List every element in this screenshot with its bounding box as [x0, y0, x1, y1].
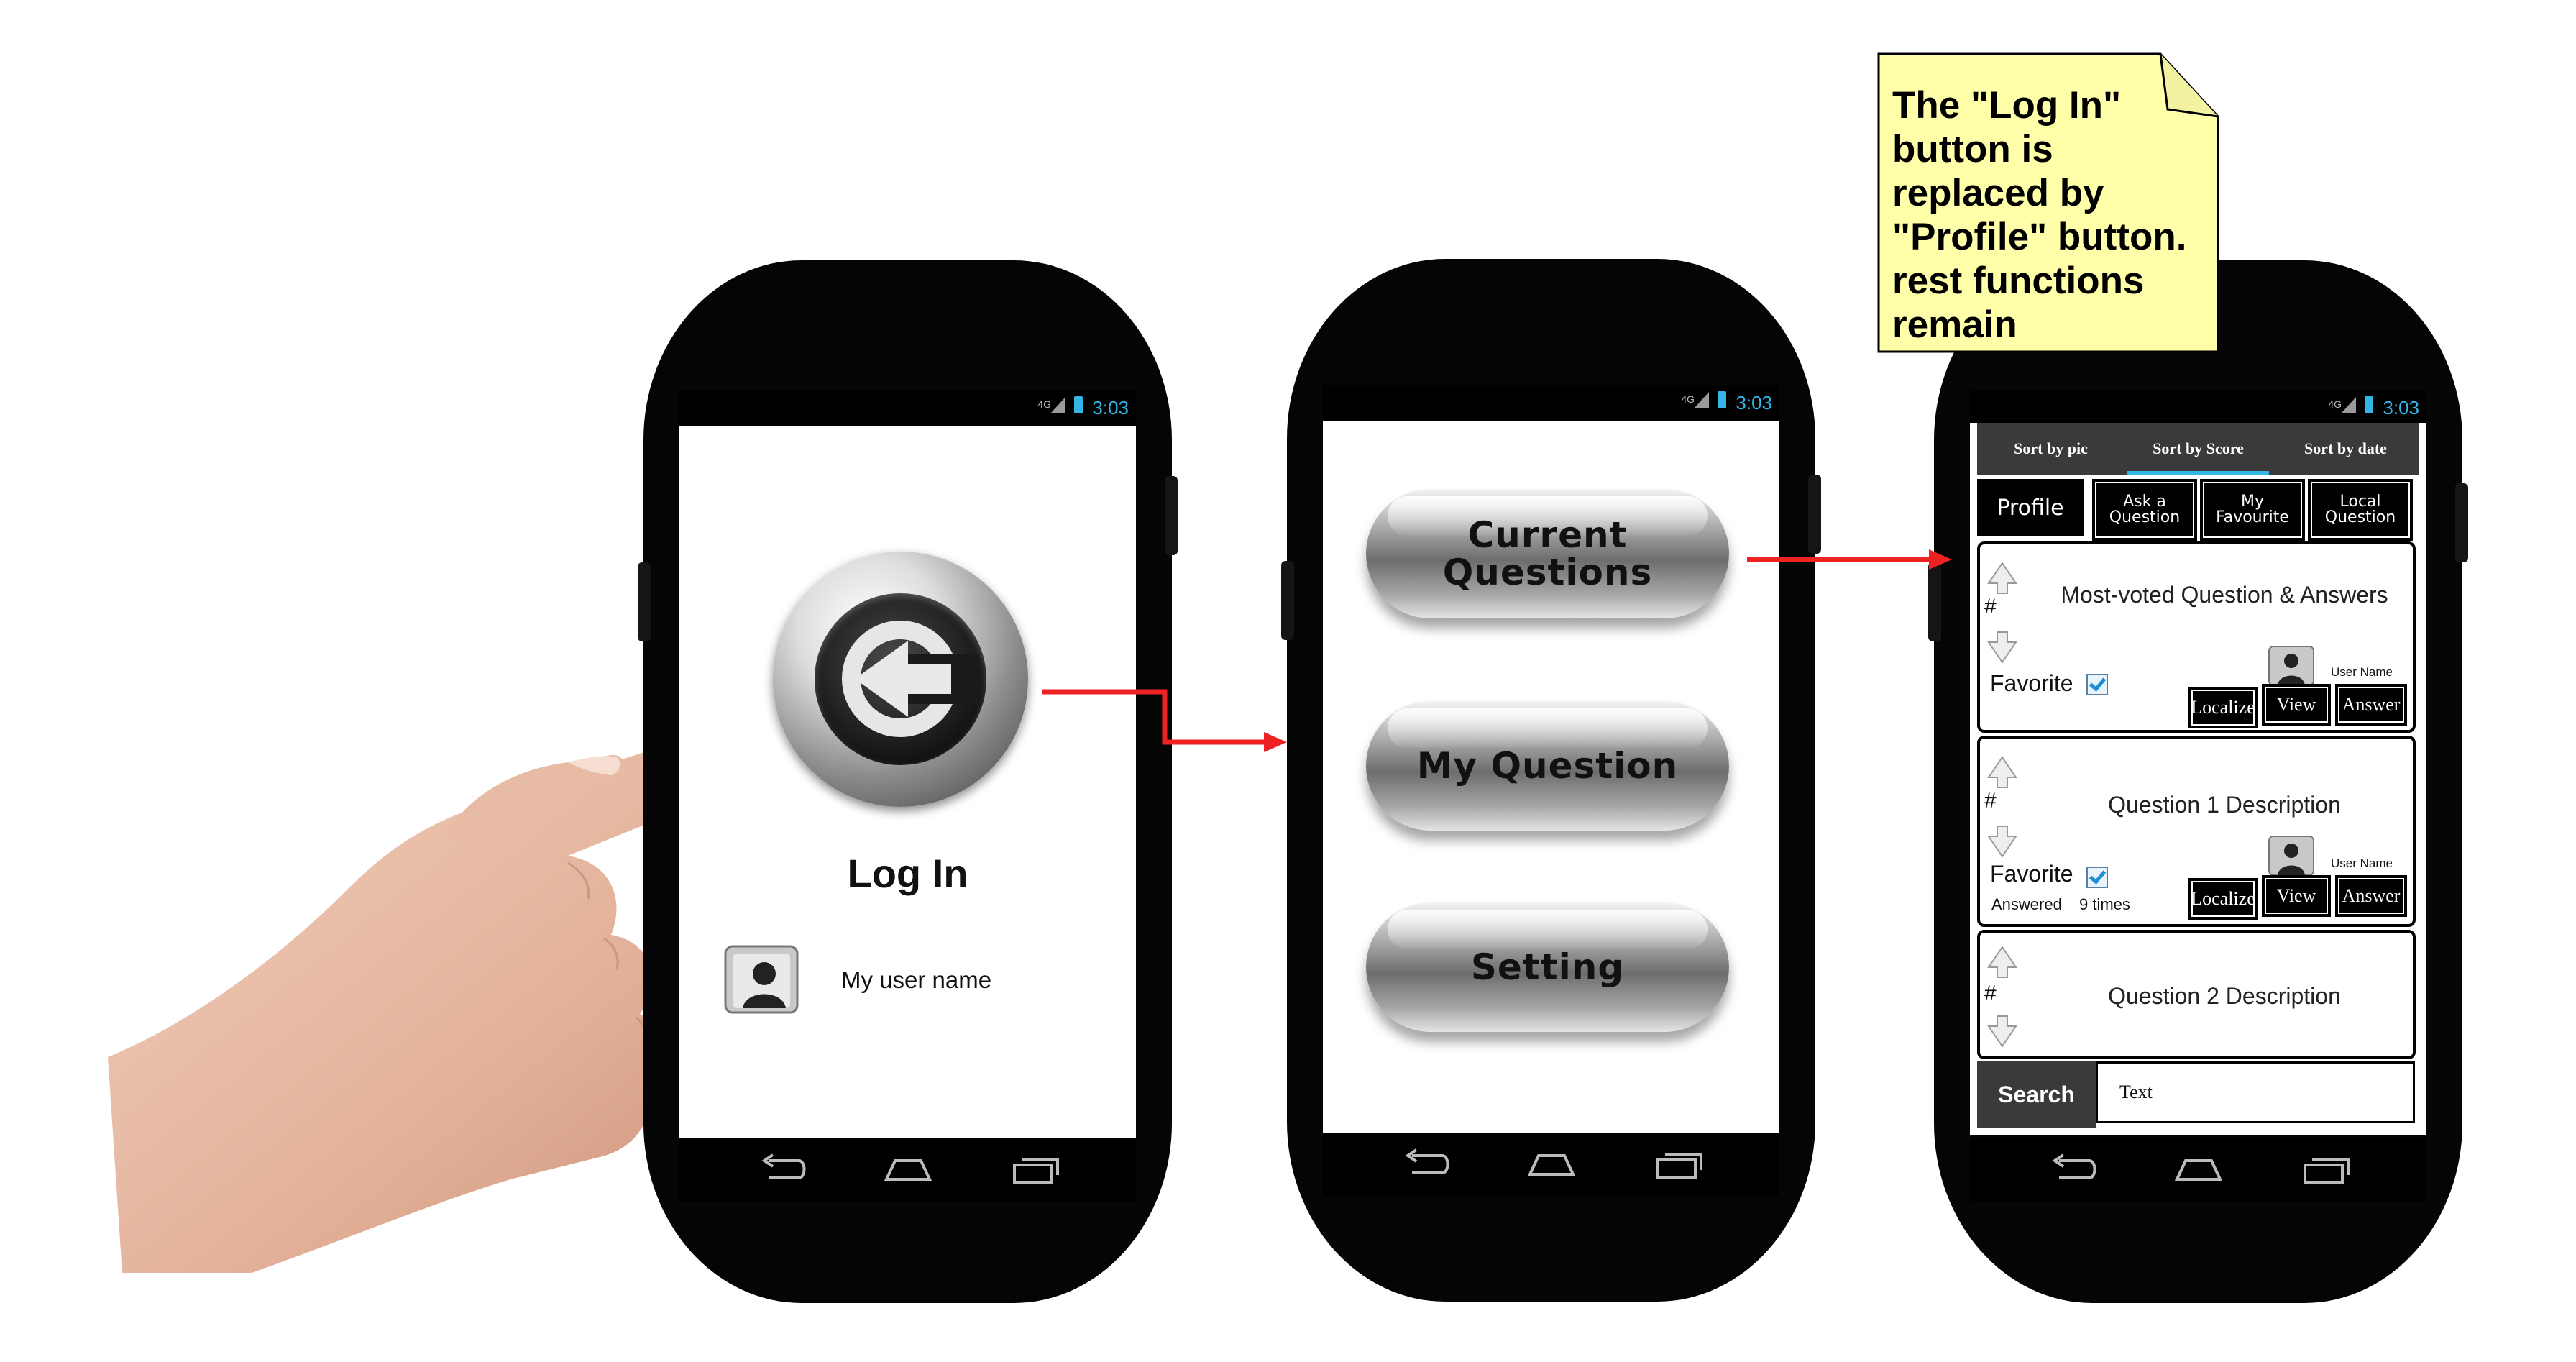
localize-button[interactable]: Localize [2188, 878, 2258, 920]
battery-icon [1718, 391, 1726, 408]
nav-bar [1970, 1138, 2426, 1202]
status-clock: 3:03 [1092, 397, 1129, 419]
recents-icon[interactable] [2301, 1153, 2352, 1185]
network-label: 4G [1037, 398, 1051, 410]
my-question-button[interactable]: My Question [1366, 701, 1729, 831]
favorite-label: Favorite [1990, 670, 2073, 696]
network-label: 4G [1681, 393, 1695, 405]
note-text: The "Log In" button is replaced by "Prof… [1892, 84, 2187, 346]
current-questions-label: Current Questions [1442, 514, 1653, 593]
question-card[interactable]: # Question 1 Description Favorite Answer… [1977, 736, 2416, 927]
battery-icon [1074, 396, 1083, 413]
localize-button[interactable]: Localize [2188, 687, 2258, 728]
login-arrow-icon [815, 593, 986, 765]
profile-button[interactable]: Profile [1977, 479, 2084, 536]
user-row: My user name [708, 943, 1111, 1015]
question-card[interactable]: # Most-voted Question & Answers Favorite… [1977, 541, 2416, 733]
current-questions-button[interactable]: Current Questions [1366, 489, 1729, 618]
answer-button[interactable]: Answer [2335, 684, 2407, 726]
answered-count: 9 times [2079, 895, 2130, 913]
question-title[interactable]: Question 2 Description [2052, 982, 2397, 1010]
back-icon[interactable] [1402, 1148, 1452, 1180]
flow-arrow [1747, 549, 1952, 570]
home-icon[interactable] [2173, 1153, 2224, 1185]
favorite-label: Favorite [1990, 861, 2073, 887]
signal-icon [1051, 397, 1065, 413]
local-question-label: Local Question [2324, 493, 2396, 526]
question-title[interactable]: Most-voted Question & Answers [2052, 580, 2397, 609]
view-button[interactable]: View [2262, 684, 2331, 726]
login-label: Log In [847, 851, 968, 896]
my-favourite-button[interactable]: My Favourite [2200, 479, 2305, 541]
ask-question-label: Ask a Question [2109, 493, 2181, 526]
ask-question-button[interactable]: Ask a Question [2092, 479, 2197, 541]
search-input[interactable] [2096, 1061, 2415, 1123]
view-button[interactable]: View [2262, 875, 2331, 917]
annotation-note: The "Log In" button is replaced by "Prof… [1876, 52, 2220, 354]
tab-sort-by-date[interactable]: Sort by date [2272, 423, 2419, 475]
favorite-checkbox[interactable] [2086, 867, 2108, 888]
sort-tab-bar: Sort by pic Sort by Score Sort by date [1977, 423, 2419, 475]
question-title[interactable]: Question 1 Description [2052, 790, 2397, 819]
tab-sort-by-pic[interactable]: Sort by pic [1977, 423, 2124, 475]
question-card[interactable]: # Question 2 Description [1977, 930, 2416, 1059]
status-bar: 4G 3:03 [1970, 390, 2426, 426]
back-icon[interactable] [758, 1153, 809, 1185]
search-button[interactable]: Search [1977, 1061, 2096, 1128]
answer-button[interactable]: Answer [2335, 875, 2407, 917]
phone-side-key [638, 562, 651, 641]
phone-side-key [2455, 483, 2468, 562]
action-row: Profile Ask a Question My Favourite Local Q… [1977, 479, 2419, 541]
nav-bar [1323, 1133, 1779, 1197]
home-icon[interactable] [882, 1153, 934, 1185]
recents-icon[interactable] [1654, 1148, 1705, 1180]
user-name-label: User Name [2331, 665, 2393, 679]
search-row: Search [1977, 1061, 2419, 1128]
user-avatar-icon [2268, 836, 2314, 876]
menu-screen: Current Questions My Question Setting [1323, 421, 1779, 1133]
flow-arrow [1042, 689, 1287, 752]
my-question-label: My Question [1416, 745, 1679, 787]
my-favourite-label: My Favourite [2216, 493, 2289, 526]
answered-label: Answered [1991, 895, 2062, 913]
nav-bar [679, 1138, 1136, 1202]
signal-icon [2342, 397, 2356, 413]
phone-side-key [1808, 475, 1821, 554]
status-bar: 4G 3:03 [679, 390, 1136, 426]
status-bar: 4G 3:03 [1323, 385, 1779, 421]
phone-side-key [1165, 476, 1178, 555]
network-label: 4G [2328, 398, 2342, 410]
vote-count: # [1984, 789, 1997, 813]
battery-icon [2365, 396, 2373, 413]
phone-questions: 4G 3:03 Sort by pic Sort by Score Sort b… [1928, 260, 2468, 1303]
recents-icon[interactable] [1010, 1153, 1062, 1185]
back-icon[interactable] [2049, 1153, 2099, 1185]
vote-count: # [1984, 595, 1997, 618]
phone-menu: 4G 3:03 Current Questions My Question Set… [1281, 259, 1821, 1302]
user-avatar-icon [2268, 646, 2314, 686]
user-name-label: My user name [841, 966, 992, 993]
home-icon[interactable] [1526, 1148, 1577, 1180]
phone-login: 4G 3:03 Log In My user name [638, 260, 1178, 1303]
user-avatar-icon [724, 945, 799, 1014]
setting-button[interactable]: Setting [1366, 902, 1729, 1032]
status-clock: 3:03 [2383, 397, 2419, 419]
phone-side-key [1281, 561, 1294, 640]
tab-sort-by-score[interactable]: Sort by Score [2124, 423, 2272, 475]
local-question-button[interactable]: Local Question [2308, 479, 2413, 541]
login-screen: Log In My user name [679, 426, 1136, 1138]
favorite-checkbox[interactable] [2086, 674, 2108, 695]
signal-icon [1695, 392, 1709, 408]
setting-label: Setting [1470, 946, 1625, 988]
login-button[interactable] [773, 552, 1028, 807]
status-clock: 3:03 [1736, 392, 1772, 413]
questions-screen: Sort by pic Sort by Score Sort by date P… [1970, 423, 2426, 1135]
vote-count: # [1984, 982, 1997, 1005]
user-name-label: User Name [2331, 856, 2393, 870]
